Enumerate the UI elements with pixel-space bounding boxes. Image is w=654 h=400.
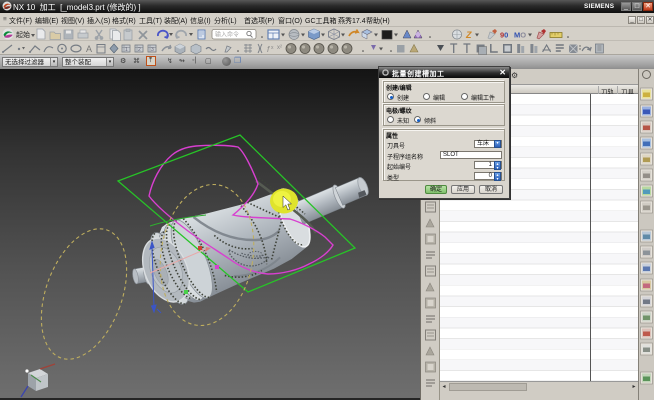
svg-text:x²: x²	[277, 45, 282, 51]
svg-text:x: x	[271, 45, 274, 51]
svg-text:起始: 起始	[16, 30, 30, 39]
svg-text:输入命令: 输入命令	[215, 31, 239, 39]
svg-text:90: 90	[500, 31, 508, 40]
svg-text:3: 3	[151, 47, 154, 53]
svg-text:Z: Z	[465, 30, 472, 40]
svg-text:1: 1	[125, 47, 128, 53]
svg-text:MO: MO	[514, 31, 526, 40]
svg-text:f: f	[267, 45, 270, 54]
svg-text:2: 2	[138, 47, 141, 53]
svg-text:A: A	[86, 44, 92, 54]
